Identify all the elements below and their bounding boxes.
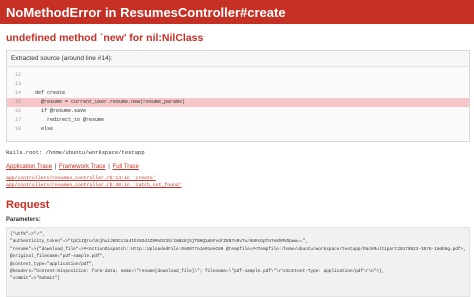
line-number: 17 (14, 117, 21, 123)
line-number: 18 (14, 126, 21, 132)
parameters-label: Parameters: (6, 217, 41, 223)
source-code: 12 13 14 def create 15 @resume = current… (7, 67, 469, 141)
parameter-line: @content_type="application/pdf", (10, 261, 95, 267)
highlighted-code-line: 15 @resume = current_user.resume.new(res… (7, 98, 469, 107)
error-message: undefined method `new' for nil:NilClass (6, 32, 204, 44)
line-code: if @resume.save (29, 108, 87, 114)
parameter-line: @headers="Content-Disposition: form-data… (10, 269, 385, 275)
separator: | (108, 164, 110, 170)
full-trace-link[interactable]: Full Trace (113, 164, 139, 170)
trace-line[interactable]: app/controllers/resumes_controller.rb:14… (6, 175, 468, 182)
line-number: 12 (14, 72, 21, 78)
extracted-source-title: Extracted source (around line #14): (7, 51, 469, 67)
extracted-source-box: Extracted source (around line #14): 12 1… (6, 50, 470, 142)
code-line: 17 redirect_to @resume (7, 116, 469, 125)
code-line: 16 if @resume.save (7, 107, 469, 116)
code-line: 13 (7, 80, 469, 89)
line-number: 16 (14, 108, 21, 114)
framework-trace-link[interactable]: Framework Trace (59, 164, 106, 170)
page-title: NoMethodError in ResumesController#creat… (6, 4, 286, 20)
line-number: 14 (14, 90, 21, 96)
trace-links: Application Trace | Framework Trace | Fu… (6, 164, 468, 170)
parameter-line: {"utf8"=>"✓", (10, 232, 46, 237)
rails-root: Rails.root: /home/ubuntu/workspace/testa… (6, 149, 145, 156)
parameter-line: "authenticity_token"=>"tpCiIQru/UnjhuiJK… (10, 239, 308, 245)
request-heading: Request (6, 199, 50, 211)
line-code: redirect_to @resume (29, 117, 105, 123)
separator: | (54, 164, 57, 170)
main-content: undefined method `new' for nil:NilClass … (0, 32, 474, 297)
code-line: 14 def create (7, 89, 469, 98)
line-number: 15 (14, 99, 21, 105)
line-code: def create (29, 90, 66, 96)
parameter-line: "resume"=>{"download_file"=>#<ActionDisp… (10, 246, 466, 252)
trace-line[interactable]: app/controllers/resumes_controller.rb:40… (6, 182, 468, 189)
line-code: else (29, 126, 54, 132)
code-line: 12 (7, 71, 469, 80)
parameters-box: {"utf8"=>"✓", "authenticity_token"=>"tpC… (6, 227, 470, 297)
code-line: 18 else (7, 125, 469, 134)
application-trace-link[interactable]: Application Trace (6, 164, 52, 170)
line-number: 13 (14, 81, 21, 87)
error-header: NoMethodError in ResumesController#creat… (0, 0, 474, 24)
line-code: @resume = current_user.resume.new(resume… (29, 99, 186, 105)
parameter-line: @original_filename="pdf-sample.pdf", (10, 254, 105, 260)
